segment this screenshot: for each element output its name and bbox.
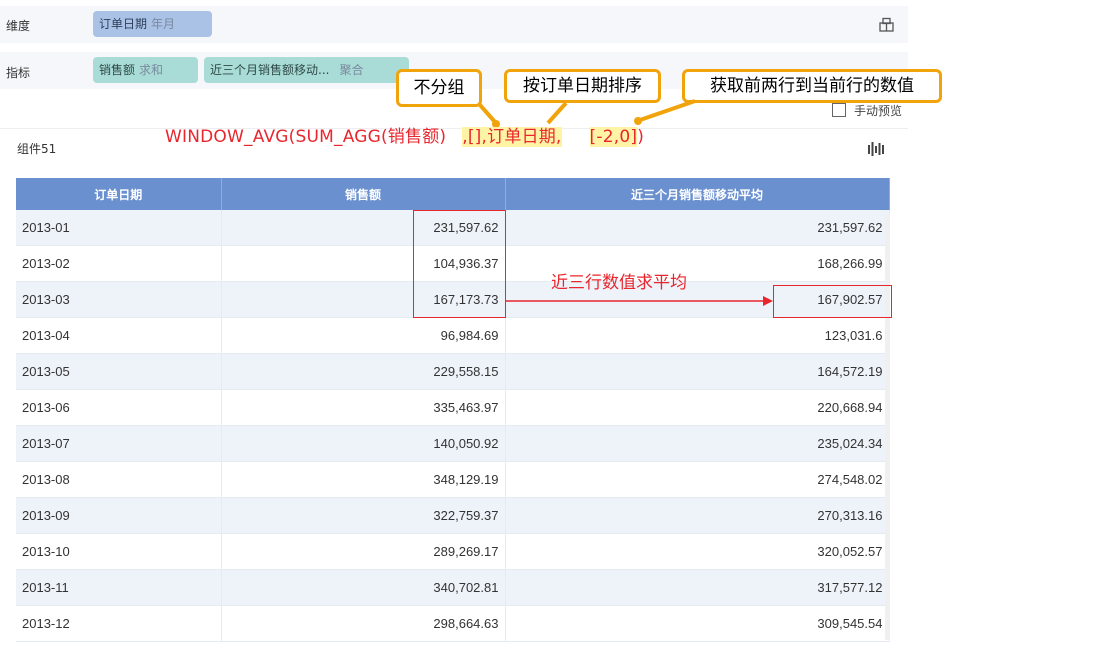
manual-preview-toggle[interactable]: 手动预览 [832,102,912,118]
cell-sales: 229,558.15 [221,353,506,390]
column-header-order-date[interactable]: 订单日期 [16,178,222,210]
measure-shelf-label: 指标 [6,66,31,80]
cell-order-date: 2013-10 [16,533,222,570]
formula-text: WINDOW_AVG(SUM_AGG(销售额) ,[],订单日期, [-2,0]) [165,122,644,147]
cell-order-date: 2013-04 [16,317,222,354]
callout-get-rows: 获取前两行到当前行的数值 [682,69,942,103]
cell-order-date: 2013-07 [16,425,222,462]
table-row: 2013-12 298,664.63 309,545.54 [16,605,890,642]
cell-sales: 348,129.19 [221,461,506,498]
cell-sales: 298,664.63 [221,605,506,642]
cell-moving-avg: 123,031.6 [505,317,890,354]
cell-order-date: 2013-03 [16,281,222,318]
callout-sort-by-date: 按订单日期排序 [504,69,661,103]
measure-pill-sales[interactable]: 销售额 求和 [93,57,198,83]
measure-pill-sales-sub: 求和 [139,63,164,77]
column-header-sales[interactable]: 销售额 [221,178,506,210]
cell-sales: 96,984.69 [221,317,506,354]
table-row: 2013-09 322,759.37 270,313.16 [16,497,890,534]
cell-sales: 289,269.17 [221,533,506,570]
measure-pill-moving-avg-sub: 聚合 [339,63,364,77]
formula-part-close: ) [637,127,645,147]
table-row: 2013-08 348,129.19 274,548.02 [16,461,890,498]
cell-sales: 335,463.97 [221,389,506,426]
formula-part-partition: ,[] [462,127,482,147]
cell-moving-avg: 309,545.54 [505,605,890,642]
layout-icon[interactable] [879,17,894,32]
cell-order-date: 2013-08 [16,461,222,498]
cell-moving-avg: 164,572.19 [505,353,890,390]
table-row: 2013-11 340,702.81 317,577.12 [16,569,890,606]
annotation-box-sales-rows [413,210,506,318]
cell-order-date: 2013-11 [16,569,222,606]
dimension-shelf-label: 维度 [6,19,31,33]
dimension-pill-sub: 年月 [151,17,176,31]
table-row: 2013-05 229,558.15 164,572.19 [16,353,890,390]
dimension-pill-name: 订单日期 [99,17,148,31]
chart-type-icon[interactable] [868,141,885,156]
cell-sales: 140,050.92 [221,425,506,462]
formula-part-func: WINDOW_AVG(SUM_AGG(销售额) [165,127,447,147]
table-row: 2013-04 96,984.69 123,031.6 [16,317,890,354]
component-title: 组件51 [17,142,57,156]
column-header-moving-avg[interactable]: 近三个月销售额移动平均 [505,178,890,210]
measure-pill-moving-avg[interactable]: 近三个月销售额移动... 聚合 [204,57,409,83]
cell-order-date: 2013-02 [16,245,222,282]
table-row: 2013-06 335,463.97 220,668.94 [16,389,890,426]
annotation-note: 近三行数值求平均 [551,273,687,293]
table-row: 2013-10 289,269.17 320,052.57 [16,533,890,570]
table-scrollbar[interactable] [885,215,890,640]
measure-pill-moving-avg-name: 近三个月销售额移动... [210,63,330,77]
cell-moving-avg: 274,548.02 [505,461,890,498]
cell-order-date: 2013-01 [16,210,222,246]
checkbox[interactable] [832,103,846,117]
callout-no-group: 不分组 [396,69,482,107]
cell-order-date: 2013-05 [16,353,222,390]
manual-preview-label: 手动预览 [854,104,903,118]
annotation-box-result [773,285,892,318]
cell-moving-avg: 317,577.12 [505,569,890,606]
cell-order-date: 2013-06 [16,389,222,426]
cell-sales: 340,702.81 [221,569,506,606]
formula-part-order: ,订单日期, [481,127,562,147]
cell-moving-avg: 320,052.57 [505,533,890,570]
cell-moving-avg: 235,024.34 [505,425,890,462]
dimension-shelf: 维度 订单日期 年月 [0,6,908,43]
table-row: 2013-07 140,050.92 235,024.34 [16,425,890,462]
cell-order-date: 2013-09 [16,497,222,534]
cell-moving-avg: 220,668.94 [505,389,890,426]
cell-order-date: 2013-12 [16,605,222,642]
dimension-pill-order-date[interactable]: 订单日期 年月 [93,11,212,37]
table-header-row: 订单日期 销售额 近三个月销售额移动平均 [16,178,890,210]
measure-pill-sales-name: 销售额 [99,63,136,77]
cell-moving-avg: 231,597.62 [505,210,890,246]
cell-sales: 322,759.37 [221,497,506,534]
cell-moving-avg: 270,313.16 [505,497,890,534]
formula-part-range: [-2,0] [589,127,638,147]
